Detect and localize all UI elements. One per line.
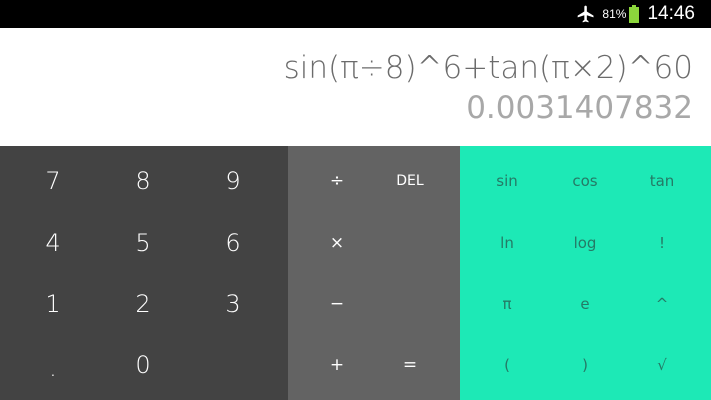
- digit-9-button[interactable]: 9: [197, 159, 269, 203]
- advanced-functions-pad: sin cos tan ln log ! π e ^ ( ) √: [460, 146, 711, 400]
- ln-button[interactable]: ln: [472, 221, 542, 265]
- open-paren-button[interactable]: (: [472, 343, 542, 387]
- square-root-button[interactable]: √: [627, 343, 697, 387]
- calculator-display: sin(π÷8)^6+tan(π×2)^60 0.0031407832: [0, 28, 711, 146]
- digit-1-button[interactable]: 1: [17, 282, 89, 326]
- power-button[interactable]: ^: [627, 282, 697, 326]
- factorial-button[interactable]: !: [627, 221, 697, 265]
- digit-5-button[interactable]: 5: [107, 221, 179, 265]
- numbers-pad: 7 8 9 4 5 6 1 2 3 . 0: [0, 146, 288, 400]
- battery-icon: [629, 5, 640, 23]
- digit-7-button[interactable]: 7: [17, 159, 89, 203]
- plus-button[interactable]: +: [306, 343, 368, 387]
- battery-percent: 81%: [602, 7, 627, 21]
- cos-button[interactable]: cos: [550, 159, 620, 203]
- divide-button[interactable]: ÷: [306, 159, 368, 203]
- digit-6-button[interactable]: 6: [197, 221, 269, 265]
- digit-4-button[interactable]: 4: [17, 221, 89, 265]
- decimal-point-button[interactable]: .: [17, 346, 89, 390]
- delete-button[interactable]: DEL: [378, 159, 442, 203]
- digit-3-button[interactable]: 3: [197, 282, 269, 326]
- pi-button[interactable]: π: [472, 282, 542, 326]
- equals-button[interactable]: =: [378, 343, 442, 387]
- sin-button[interactable]: sin: [472, 159, 542, 203]
- digit-0-button[interactable]: 0: [107, 343, 179, 387]
- tan-button[interactable]: tan: [627, 159, 697, 203]
- digit-2-button[interactable]: 2: [107, 282, 179, 326]
- status-bar: 81% 14:46: [0, 0, 711, 28]
- airplane-mode-icon: [576, 4, 596, 24]
- digit-8-button[interactable]: 8: [107, 159, 179, 203]
- minus-button[interactable]: −: [306, 282, 368, 326]
- multiply-button[interactable]: ×: [306, 221, 368, 265]
- close-paren-button[interactable]: ): [550, 343, 620, 387]
- operators-pad: ÷ DEL × − + =: [288, 146, 460, 400]
- clock: 14:46: [647, 3, 695, 24]
- result-display: 0.0031407832: [466, 90, 693, 126]
- e-button[interactable]: e: [550, 282, 620, 326]
- formula-input[interactable]: sin(π÷8)^6+tan(π×2)^60: [284, 50, 693, 86]
- log-button[interactable]: log: [550, 221, 620, 265]
- keypad: 7 8 9 4 5 6 1 2 3 . 0 ÷ DEL × − + = sin …: [0, 146, 711, 400]
